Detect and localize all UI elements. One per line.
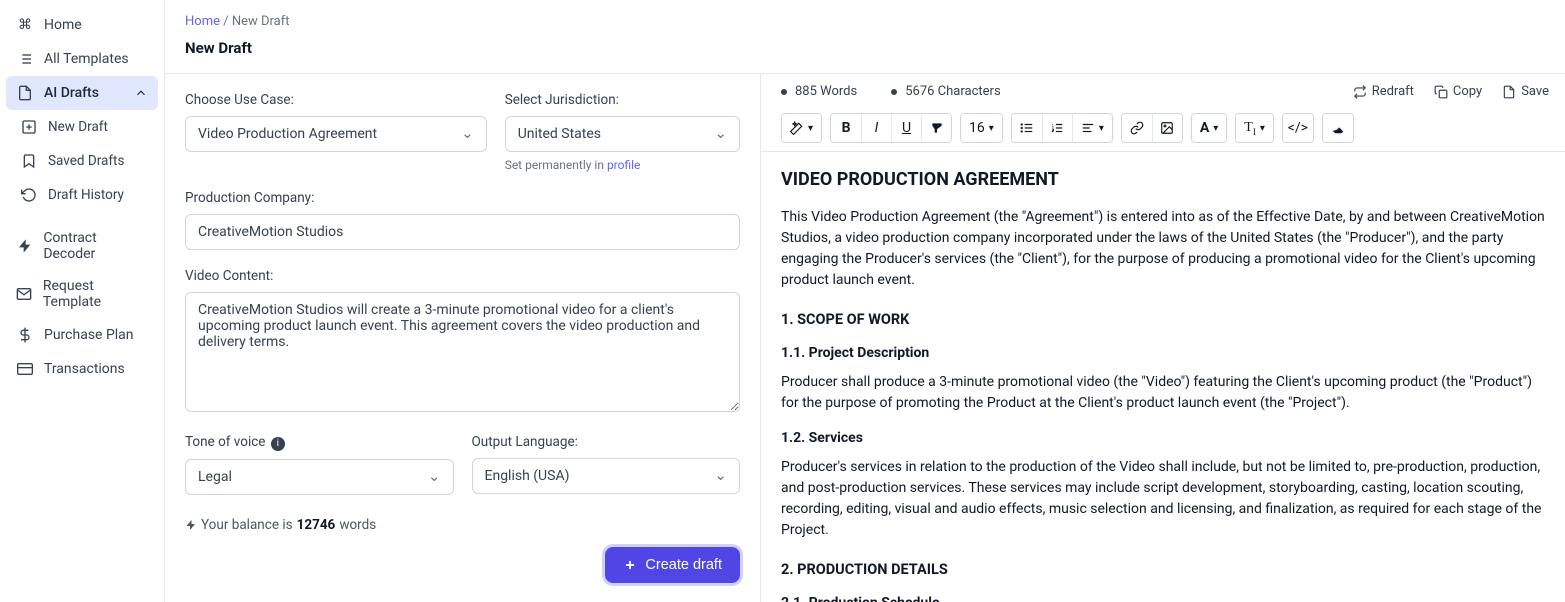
sidebar-item-label: Transactions [44,361,125,377]
select-output-language[interactable]: English (USA) [472,458,741,494]
sidebar-item-saved-drafts[interactable]: Saved Drafts [10,144,158,178]
breadcrumb-current: New Draft [232,14,290,29]
sidebar-item-label: Saved Drafts [48,153,124,169]
label-output-language: Output Language: [472,434,741,450]
word-count: 885 Words [781,84,857,99]
sidebar-item-label: Request Template [43,278,148,310]
sidebar-item-label: Contract Decoder [43,230,148,262]
file-icon [16,84,34,102]
doc-intro: This Video Production Agreement (the "Ag… [781,207,1545,291]
preview-column: 885 Words 5676 Characters Redraft Copy [761,74,1565,602]
plus-square-icon [20,118,38,136]
meta-bar: 885 Words 5676 Characters Redraft Copy [761,74,1565,109]
jurisdiction-hint: Set permanently in profile [505,158,740,172]
document-scroll[interactable]: VIDEO PRODUCTION AGREEMENT This Video Pr… [761,152,1565,602]
create-draft-button[interactable]: Create draft [605,547,740,583]
label-jurisdiction: Select Jurisdiction: [505,92,740,108]
label-production-company: Production Company: [185,190,740,206]
redraft-button[interactable]: Redraft [1353,84,1414,99]
char-count: 5676 Characters [891,84,1000,99]
select-tone[interactable]: Legal [185,459,454,495]
bolt-icon [185,519,197,531]
sidebar-item-contract-decoder[interactable]: Contract Decoder [6,222,158,270]
label-video-content: Video Content: [185,268,740,284]
sidebar-item-label: New Draft [48,119,108,135]
label-tone: Tone of voice i [185,434,454,451]
list-icon [16,50,34,68]
refresh-icon [1353,85,1367,99]
chevron-down-icon [714,126,727,142]
strike-button[interactable] [921,114,951,142]
chevron-down-icon [461,126,474,142]
document-body[interactable]: VIDEO PRODUCTION AGREEMENT This Video Pr… [761,152,1565,602]
dollar-icon [16,326,34,344]
sidebar-item-label: Draft History [48,187,124,203]
copy-icon [1434,85,1448,99]
magic-wand-button[interactable]: ▾ [782,114,821,142]
sidebar-item-purchase-plan[interactable]: Purchase Plan [6,318,158,352]
heading-button[interactable]: TI▾ [1236,114,1273,142]
sidebar-item-new-draft[interactable]: New Draft [10,110,158,144]
card-icon [16,360,34,378]
doc-h1-1: 1.1. Project Description [781,343,1545,364]
font-size-select[interactable]: 16 ▾ [961,114,1002,142]
select-use-case[interactable]: Video Production Agreement [185,116,487,152]
number-list-button[interactable] [1042,114,1072,142]
sidebar-item-all-templates[interactable]: All Templates [6,42,158,76]
sidebar-item-ai-drafts[interactable]: AI Drafts [6,76,158,110]
bookmark-icon [20,152,38,170]
sidebar-item-draft-history[interactable]: Draft History [10,178,158,212]
image-button[interactable] [1152,114,1182,142]
page-title: New Draft [165,35,1565,73]
text-color-button[interactable]: A▾ [1192,114,1226,142]
main: Home / New Draft New Draft Choose Use Ca… [165,0,1565,602]
bold-button[interactable]: B [831,114,861,142]
chevron-down-icon [714,468,727,484]
chevron-up-icon [134,86,148,100]
highlight-button[interactable] [1323,114,1353,142]
doc-h2: 2. PRODUCTION DETAILS [781,559,1545,581]
mail-icon [16,285,33,303]
underline-button[interactable]: U [891,114,921,142]
form-column: Choose Use Case: Video Production Agreem… [165,74,761,602]
doc-h2-1: 2.1. Production Schedule [781,593,1545,602]
history-icon [20,186,38,204]
sidebar-item-label: Purchase Plan [44,327,134,343]
chevron-down-icon [428,469,441,485]
breadcrumb-home[interactable]: Home [185,14,220,29]
info-icon: i [271,437,285,451]
command-icon: ⌘ [16,16,34,34]
editor-toolbar: ▾ B I U 16 ▾ ▾ [761,109,1565,152]
plus-icon [623,558,637,572]
sidebar-item-transactions[interactable]: Transactions [6,352,158,386]
file-icon [1502,85,1516,99]
profile-link[interactable]: profile [607,158,640,172]
sidebar-item-request-template[interactable]: Request Template [6,270,158,318]
sidebar-item-label: All Templates [44,51,129,67]
sidebar-item-label: Home [44,17,82,33]
breadcrumb: Home / New Draft [165,0,1565,35]
select-jurisdiction[interactable]: United States [505,116,740,152]
italic-button[interactable]: I [861,114,891,142]
save-button[interactable]: Save [1502,84,1549,99]
doc-h1: 1. SCOPE OF WORK [781,309,1545,331]
input-production-company[interactable] [185,214,740,250]
sidebar-item-home[interactable]: ⌘ Home [6,8,158,42]
doc-title: VIDEO PRODUCTION AGREEMENT [781,166,1545,193]
textarea-video-content[interactable] [185,292,740,412]
copy-button[interactable]: Copy [1434,84,1482,99]
bolt-icon [16,237,33,255]
doc-p1-2: Producer's services in relation to the p… [781,457,1545,541]
code-button[interactable]: </> [1283,114,1313,142]
bullet-list-button[interactable] [1012,114,1042,142]
doc-p1-1: Producer shall produce a 3-minute promot… [781,372,1545,414]
label-use-case: Choose Use Case: [185,92,487,108]
align-button[interactable]: ▾ [1072,114,1112,142]
sidebar: ⌘ Home All Templates AI Drafts New Draf [0,0,165,602]
link-button[interactable] [1122,114,1152,142]
balance-text: Your balance is 12746 words [185,517,740,533]
sidebar-item-label: AI Drafts [44,85,99,101]
doc-h1-2: 1.2. Services [781,428,1545,449]
